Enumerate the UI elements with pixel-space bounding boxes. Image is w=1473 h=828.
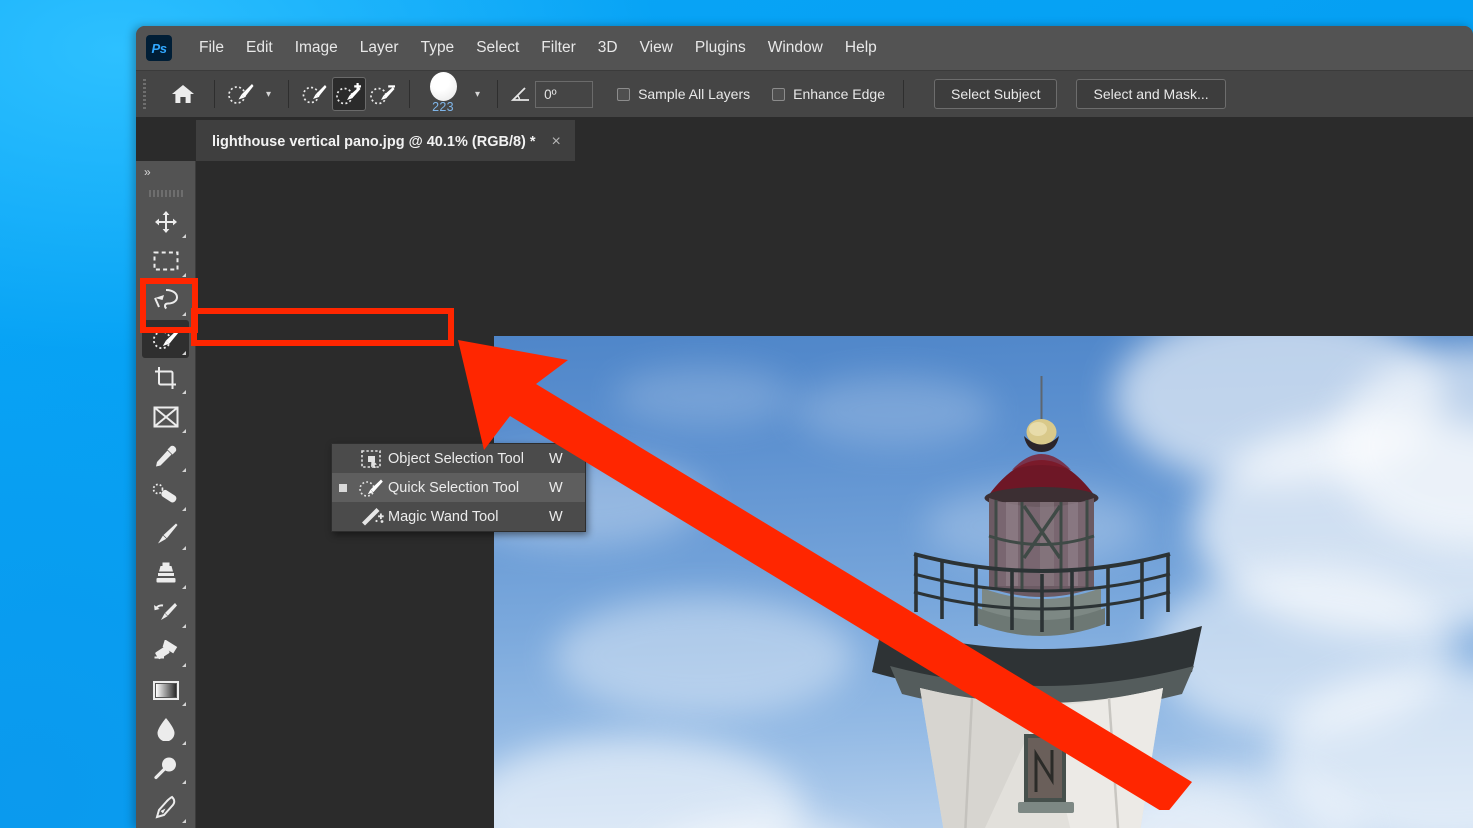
tool-expand-triangle-icon [182, 780, 186, 784]
checkbox-box [772, 88, 785, 101]
menu-item-plugins[interactable]: Plugins [684, 36, 757, 60]
selection-add-icon[interactable] [332, 77, 366, 111]
options-bar: ▾ [136, 70, 1473, 117]
menu-item-help[interactable]: Help [834, 36, 888, 60]
close-icon[interactable]: × [552, 134, 561, 150]
menu-item-edit[interactable]: Edit [235, 36, 284, 60]
photoshop-window: Ps File Edit Image Layer Type Select Fil… [136, 26, 1473, 828]
tool-expand-triangle-icon [182, 624, 186, 628]
document-tab[interactable]: lighthouse vertical pano.jpg @ 40.1% (RG… [196, 120, 575, 161]
tool-gradient[interactable] [142, 671, 189, 709]
tool-expand-triangle-icon [182, 312, 186, 316]
options-bar-grip[interactable] [136, 71, 152, 118]
flyout-item-magic-wand-tool[interactable]: Magic Wand Tool W [332, 502, 585, 531]
enhance-edge-checkbox[interactable]: Enhance Edge [772, 86, 885, 102]
tool-expand-triangle-icon [182, 741, 186, 745]
sample-all-layers-checkbox[interactable]: Sample All Layers [617, 86, 750, 102]
tool-expand-triangle-icon [182, 468, 186, 472]
quick-selection-brush-icon[interactable] [224, 77, 258, 111]
checkbox-box [617, 88, 630, 101]
tool-pen[interactable] [142, 788, 189, 826]
options-separator-5 [903, 80, 904, 108]
lighthouse-photo[interactable] [494, 336, 1473, 828]
options-separator-1 [214, 80, 215, 108]
brush-size-chevron-down-icon[interactable]: ▾ [467, 89, 488, 100]
tools-panel-grip[interactable] [136, 183, 195, 203]
document-tab-title: lighthouse vertical pano.jpg @ 40.1% (RG… [212, 134, 536, 150]
flyout-item-object-selection-tool[interactable]: Object Selection Tool W [332, 444, 585, 473]
home-icon[interactable] [166, 77, 200, 111]
flyout-item-quick-selection-tool[interactable]: Quick Selection Tool W [332, 473, 585, 502]
flyout-item-label: Quick Selection Tool [388, 480, 549, 496]
tool-expand-triangle-icon [182, 507, 186, 511]
tool-lasso[interactable] [142, 281, 189, 319]
menu-bar: Ps File Edit Image Layer Type Select Fil… [136, 26, 1473, 70]
magic-wand-icon [354, 507, 388, 527]
tool-expand-triangle-icon [182, 663, 186, 667]
flyout-item-label: Magic Wand Tool [388, 509, 549, 525]
selection-new-icon[interactable] [298, 77, 332, 111]
tool-expand-triangle-icon [182, 429, 186, 433]
flyout-item-shortcut: W [549, 480, 585, 496]
angle-input[interactable]: 0º [535, 81, 593, 108]
tool-clone-stamp[interactable] [142, 554, 189, 592]
flyout-item-label: Object Selection Tool [388, 451, 549, 467]
tool-dodge[interactable] [142, 749, 189, 787]
menu-item-layer[interactable]: Layer [349, 36, 410, 60]
brush-size-preview[interactable]: 223 [419, 74, 467, 114]
enhance-edge-label: Enhance Edge [793, 86, 885, 102]
tool-crop[interactable] [142, 359, 189, 397]
menu-item-window[interactable]: Window [757, 36, 834, 60]
menu-item-select[interactable]: Select [465, 36, 530, 60]
tool-expand-triangle-icon [182, 273, 186, 277]
quick-selection-icon [354, 478, 388, 498]
menu-item-type[interactable]: Type [410, 36, 466, 60]
tool-spot-healing-brush[interactable] [142, 476, 189, 514]
select-and-mask-button[interactable]: Select and Mask... [1076, 79, 1225, 109]
brush-size-value: 223 [432, 100, 454, 114]
menu-item-3d[interactable]: 3D [587, 36, 629, 60]
menu-item-image[interactable]: Image [284, 36, 349, 60]
lighthouse-illustration [872, 376, 1212, 828]
options-separator-3 [409, 80, 410, 108]
collapse-panel-icon[interactable]: » [136, 161, 195, 183]
options-separator-2 [288, 80, 289, 108]
tools-panel: » [136, 161, 196, 828]
tool-eraser[interactable] [142, 632, 189, 670]
tool-rectangular-marquee[interactable] [142, 242, 189, 280]
menu-item-view[interactable]: View [629, 36, 684, 60]
tool-expand-triangle-icon [182, 702, 186, 706]
flyout-selected-marker [332, 484, 354, 492]
tool-blur[interactable] [142, 710, 189, 748]
tool-expand-triangle-icon [182, 390, 186, 394]
angle-icon [507, 77, 535, 111]
sample-all-layers-label: Sample All Layers [638, 86, 750, 102]
options-separator-4 [497, 80, 498, 108]
tool-flyout-menu[interactable]: Object Selection Tool W Quick Selection … [331, 443, 586, 532]
brush-circle-icon [430, 72, 457, 101]
tool-move[interactable] [142, 203, 189, 241]
tool-expand-triangle-icon [182, 351, 186, 355]
tool-expand-triangle-icon [182, 585, 186, 589]
photoshop-logo-icon: Ps [146, 35, 172, 61]
select-subject-button[interactable]: Select Subject [934, 79, 1058, 109]
tool-frame[interactable] [142, 398, 189, 436]
tool-expand-triangle-icon [182, 234, 186, 238]
selection-subtract-icon[interactable] [366, 77, 400, 111]
tool-brush[interactable] [142, 515, 189, 553]
tool-history-brush[interactable] [142, 593, 189, 631]
tool-expand-triangle-icon [182, 819, 186, 823]
flyout-item-shortcut: W [549, 509, 585, 525]
tool-expand-triangle-icon [182, 546, 186, 550]
flyout-item-shortcut: W [549, 451, 585, 467]
tool-eyedropper[interactable] [142, 437, 189, 475]
brush-preset-chevron-down-icon[interactable]: ▾ [258, 89, 279, 100]
menu-item-filter[interactable]: Filter [530, 36, 586, 60]
tool-quick-selection[interactable] [142, 320, 189, 358]
menu-item-file[interactable]: File [188, 36, 235, 60]
workspace: » [136, 161, 1473, 828]
object-selection-icon [354, 450, 388, 468]
document-tab-bar: lighthouse vertical pano.jpg @ 40.1% (RG… [136, 117, 1473, 161]
